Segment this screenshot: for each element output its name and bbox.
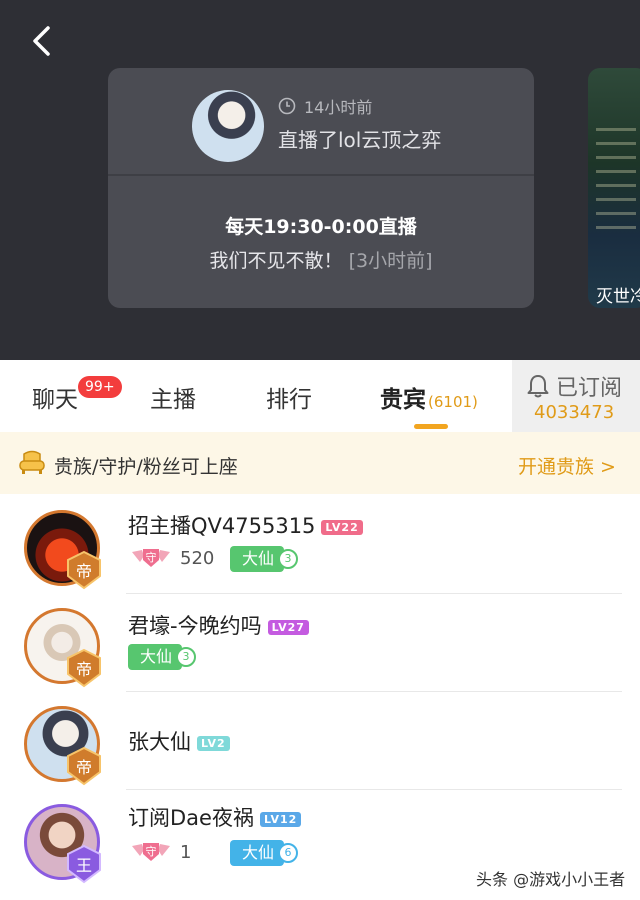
guard-count: 520 bbox=[180, 548, 215, 569]
svg-text:守: 守 bbox=[146, 550, 157, 564]
fan-tag-level: 3 bbox=[278, 549, 299, 569]
schedule-text: 每天19:30-0:00直播 bbox=[225, 216, 417, 238]
message-line: 我们不见不散！ [3小时前] bbox=[108, 246, 534, 273]
bell-icon bbox=[527, 375, 549, 398]
svg-text:帝: 帝 bbox=[76, 758, 92, 777]
fan-tag: 大仙 3 bbox=[128, 644, 197, 670]
thumbnail-scoreboard bbox=[596, 128, 636, 238]
vip-count: (6101) bbox=[428, 393, 478, 411]
noble-text: 贵族/守护/粉丝可上座 bbox=[54, 456, 238, 478]
user-name: 君壕-今晚约吗 LV27 bbox=[128, 610, 309, 640]
watermark: 头条 @游戏小小王者 bbox=[476, 870, 626, 889]
subscribe-button[interactable]: 已订阅 4033473 bbox=[512, 360, 640, 432]
clock-icon bbox=[278, 97, 296, 115]
tab-rank[interactable]: 排行 bbox=[266, 380, 312, 414]
list-item[interactable]: 帝 招主播QV4755315 LV22 守 520 大仙 3 bbox=[0, 496, 640, 594]
tab-host[interactable]: 主播 bbox=[150, 380, 196, 414]
live-time: 14小时前 bbox=[278, 94, 372, 118]
rank-emperor-badge: 帝 bbox=[67, 550, 101, 590]
fan-tag-level: 6 bbox=[278, 843, 299, 863]
subscribed-label: 已订阅 bbox=[556, 376, 623, 401]
live-header: 14小时前 直播了lol云顶之弈 每天19:30-0:00直播 我们不见不散！ … bbox=[0, 0, 640, 360]
guard-wings-icon: 守 bbox=[132, 549, 170, 567]
fan-tag: 大仙 6 bbox=[230, 840, 299, 866]
live-title: 直播了lol云顶之弈 bbox=[278, 128, 442, 152]
sofa-icon bbox=[19, 450, 45, 474]
rank-emperor-badge: 帝 bbox=[67, 648, 101, 688]
tab-chat[interactable]: 聊天 bbox=[32, 380, 78, 414]
guard-wings-icon: 守 bbox=[132, 843, 170, 861]
level-badge: LV12 bbox=[259, 811, 302, 827]
subscribe-status: 已订阅 bbox=[526, 370, 622, 402]
rank-king-badge: 王 bbox=[67, 844, 101, 884]
list-item[interactable]: 帝 君壕-今晚约吗 LV27 大仙 3 bbox=[0, 594, 640, 692]
back-arrow-icon[interactable] bbox=[26, 24, 60, 58]
open-noble-link[interactable]: 开通贵族 > bbox=[518, 452, 616, 479]
message-ago: [3小时前] bbox=[348, 250, 433, 272]
user-name: 张大仙 LV2 bbox=[128, 726, 230, 756]
card-divider bbox=[108, 174, 534, 176]
user-name: 招主播QV4755315 LV22 bbox=[128, 510, 363, 540]
active-tab-indicator bbox=[414, 424, 448, 429]
subscriber-count: 4033473 bbox=[534, 402, 615, 423]
tab-vip[interactable]: 贵宾 (6101) bbox=[380, 380, 478, 414]
next-video-thumbnail[interactable] bbox=[588, 68, 640, 308]
noble-bar[interactable]: 贵族/守护/粉丝可上座 开通贵族 > bbox=[0, 432, 640, 494]
tab-vip-label: 贵宾 bbox=[380, 387, 426, 413]
rank-emperor-badge: 帝 bbox=[67, 746, 101, 786]
level-badge: LV27 bbox=[267, 619, 309, 635]
svg-text:帝: 帝 bbox=[76, 660, 92, 679]
live-notice-card[interactable]: 14小时前 直播了lol云顶之弈 每天19:30-0:00直播 我们不见不散！ … bbox=[108, 68, 534, 308]
chat-badge: 99+ bbox=[78, 376, 122, 398]
message-text: 我们不见不散！ bbox=[209, 250, 343, 272]
svg-text:守: 守 bbox=[146, 844, 157, 858]
user-name: 订阅Dae夜祸 LV12 bbox=[128, 802, 302, 832]
fan-tag: 大仙 3 bbox=[230, 546, 299, 572]
level-badge: LV2 bbox=[197, 735, 230, 751]
guard-count: 1 bbox=[180, 842, 192, 863]
time-ago-text: 14小时前 bbox=[304, 98, 373, 117]
fan-tag-level: 3 bbox=[176, 647, 197, 667]
next-video-caption: 灭世冷 bbox=[596, 287, 640, 307]
list-item[interactable]: 帝 张大仙 LV2 bbox=[0, 692, 640, 790]
svg-text:帝: 帝 bbox=[76, 562, 92, 581]
streamer-avatar[interactable] bbox=[192, 90, 264, 162]
level-badge: LV22 bbox=[321, 519, 363, 535]
svg-text:王: 王 bbox=[76, 856, 92, 875]
